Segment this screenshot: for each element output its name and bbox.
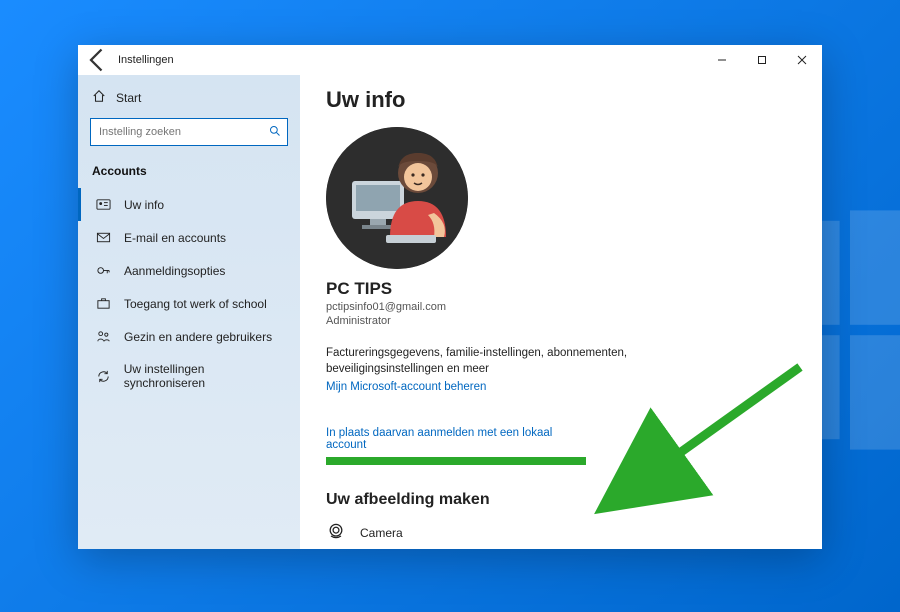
- sidebar-item-family-users[interactable]: Gezin en andere gebruikers: [78, 320, 300, 353]
- billing-text: Factureringsgegevens, familie-instelling…: [326, 345, 656, 377]
- sidebar-item-your-info[interactable]: Uw info: [78, 188, 300, 221]
- briefcase-icon: [95, 296, 112, 311]
- page-heading: Uw info: [326, 87, 796, 113]
- close-button[interactable]: [782, 45, 822, 75]
- make-picture-heading: Uw afbeelding maken: [326, 491, 796, 509]
- maximize-button[interactable]: [742, 45, 782, 75]
- sidebar-item-label: Uw info: [124, 198, 164, 212]
- annotation-highlight: [326, 457, 586, 465]
- camera-label: Camera: [360, 526, 403, 540]
- sidebar-section-title: Accounts: [78, 160, 300, 188]
- back-button[interactable]: [84, 46, 112, 74]
- person-card-icon: [95, 197, 112, 212]
- signin-local-account-link[interactable]: In plaats daarvan aanmelden met een loka…: [326, 427, 586, 451]
- people-icon: [95, 329, 112, 344]
- account-role: Administrator: [326, 315, 796, 327]
- search-icon: [269, 125, 281, 140]
- camera-option[interactable]: Camera: [326, 521, 796, 544]
- window-controls: [702, 45, 822, 75]
- sync-icon: [95, 369, 112, 384]
- profile-avatar: [326, 127, 468, 269]
- home-label: Start: [116, 91, 141, 105]
- home-icon: [92, 89, 106, 106]
- sidebar-item-sync-settings[interactable]: Uw instellingen synchroniseren: [78, 353, 300, 399]
- home-button[interactable]: Start: [78, 81, 300, 114]
- settings-window: Instellingen Start: [78, 45, 822, 549]
- sidebar-item-email-accounts[interactable]: E-mail en accounts: [78, 221, 300, 254]
- search-box[interactable]: [90, 118, 288, 146]
- search-input[interactable]: [97, 125, 269, 139]
- titlebar: Instellingen: [78, 45, 822, 75]
- camera-icon: [326, 521, 346, 544]
- key-icon: [95, 263, 112, 278]
- account-email: pctipsinfo01@gmail.com: [326, 301, 796, 313]
- sidebar-item-label: Uw instellingen synchroniseren: [124, 362, 286, 390]
- window-title: Instellingen: [118, 54, 174, 66]
- main-content: Uw info: [300, 75, 822, 549]
- sidebar-item-work-school[interactable]: Toegang tot werk of school: [78, 287, 300, 320]
- annotation-arrow: [640, 363, 810, 483]
- sidebar-item-label: Gezin en andere gebruikers: [124, 330, 272, 344]
- manage-microsoft-account-link[interactable]: Mijn Microsoft-account beheren: [326, 381, 486, 393]
- minimize-button[interactable]: [702, 45, 742, 75]
- sidebar: Start Accounts Uw info E-mail en acc: [78, 75, 300, 549]
- sidebar-item-signin-options[interactable]: Aanmeldingsopties: [78, 254, 300, 287]
- account-username: PC TIPS: [326, 279, 796, 299]
- sidebar-item-label: Toegang tot werk of school: [124, 297, 267, 311]
- mail-icon: [95, 230, 112, 245]
- sidebar-item-label: E-mail en accounts: [124, 231, 226, 245]
- sidebar-item-label: Aanmeldingsopties: [124, 264, 225, 278]
